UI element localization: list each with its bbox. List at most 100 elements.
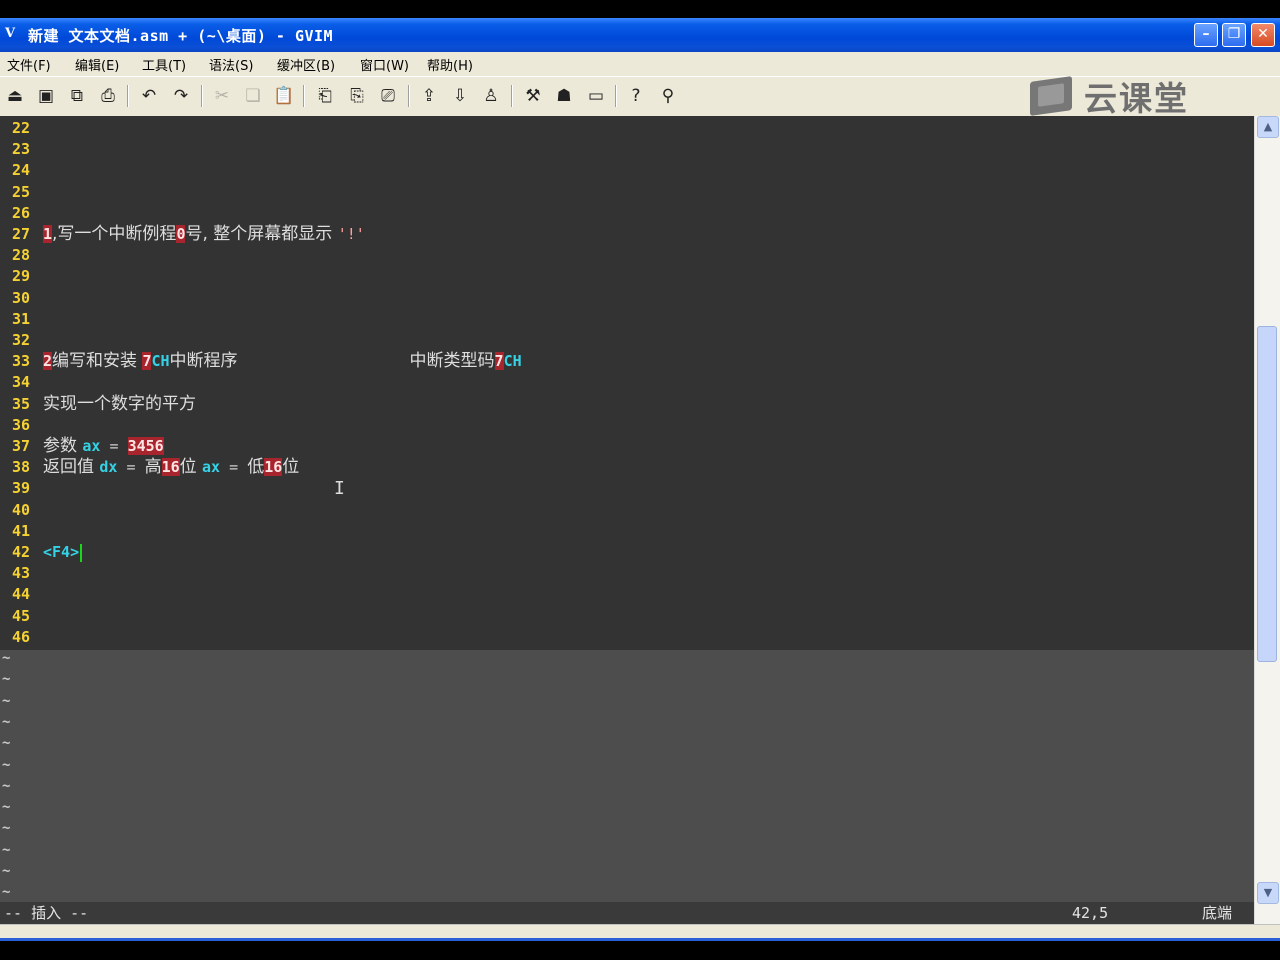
redo-icon[interactable]: ↷ xyxy=(170,85,192,107)
editor-line[interactable]: 44 xyxy=(0,584,1254,605)
text-token: 参数 xyxy=(43,436,83,456)
line-number: 32 xyxy=(12,331,31,349)
shell-icon[interactable]: ☗ xyxy=(553,85,575,107)
editor-line[interactable]: 43 xyxy=(0,563,1254,584)
copy-icon[interactable]: ❏ xyxy=(242,85,264,107)
editor-line[interactable]: 39 xyxy=(0,478,1254,499)
text-token: 返回值 xyxy=(43,457,100,478)
find-next-icon[interactable]: ⎘ xyxy=(346,85,368,107)
text-token: 中断类型码 xyxy=(409,351,495,372)
editor-line[interactable]: 30 xyxy=(0,288,1254,309)
save-icon[interactable]: ▣ xyxy=(35,85,57,107)
paste-icon[interactable]: 📋 xyxy=(273,85,295,107)
save-all-icon[interactable]: ⧉ xyxy=(66,85,88,107)
text-token: 3456 xyxy=(127,437,164,455)
editor-line[interactable]: 35 实现一个数字的平方 xyxy=(0,394,1254,415)
menu-window[interactable]: 窗口(W) xyxy=(360,55,409,74)
toolbar-separator xyxy=(127,85,129,107)
empty-line-marker: ~ xyxy=(2,713,11,730)
editor-line[interactable]: 41 xyxy=(0,521,1254,542)
vim-icon[interactable]: V xyxy=(5,26,23,44)
save-session-icon[interactable]: ⇩ xyxy=(449,85,471,107)
editor-line[interactable]: 40 xyxy=(0,500,1254,521)
menu-file[interactable]: 文件(F) xyxy=(7,55,51,74)
text-token: 16 xyxy=(264,458,283,477)
toolbar-separator xyxy=(408,85,410,107)
line-number: 30 xyxy=(12,288,31,307)
text-token: 16 xyxy=(161,458,180,477)
line-number: 35 xyxy=(12,394,31,413)
find-prev-icon[interactable]: ⎚ xyxy=(377,85,399,107)
line-number: 25 xyxy=(12,182,31,201)
menu-syntax[interactable]: 语法(S) xyxy=(209,55,253,74)
empty-line-marker: ~ xyxy=(2,671,11,688)
menu-edit[interactable]: 编辑(E) xyxy=(75,55,119,74)
text-token: 号, 整个屏幕都显示 xyxy=(185,224,338,244)
toolbar-separator xyxy=(615,85,617,107)
editor-line[interactable]: 25 xyxy=(0,182,1254,203)
empty-line-marker: ~ xyxy=(2,777,11,794)
editor-line[interactable]: 45 xyxy=(0,606,1254,627)
watermark: 云课堂 xyxy=(1030,76,1189,118)
text-token: 编写和安装 xyxy=(52,351,143,372)
editor-line[interactable]: 37 参数 ax = 3456 xyxy=(0,436,1254,457)
line-number: 22 xyxy=(12,119,31,137)
toolbar-separator xyxy=(511,85,513,107)
editor-line[interactable]: 26 xyxy=(0,203,1254,224)
editor-line[interactable]: 24 xyxy=(0,160,1254,181)
menu-tools[interactable]: 工具(T) xyxy=(142,55,186,74)
restore-button[interactable]: ❐ xyxy=(1222,23,1246,47)
load-session-icon[interactable]: ⇪ xyxy=(418,85,440,107)
minimize-button[interactable]: – xyxy=(1194,23,1218,47)
run-script-icon[interactable]: ♙ xyxy=(480,85,502,107)
empty-buffer-area[interactable]: ~ ~ ~ ~ ~ ~ ~ ~ ~ ~ ~ ~ xyxy=(0,650,1254,902)
vertical-scrollbar[interactable]: ▲ ▼ xyxy=(1254,116,1280,924)
editor-line[interactable]: 27 1,写一个中断例程0号, 整个屏幕都显示 '!' xyxy=(0,224,1254,245)
text-token: dx xyxy=(99,458,118,477)
watermark-text: 云课堂 xyxy=(1084,79,1189,118)
open-icon[interactable]: ⏏ xyxy=(4,85,26,107)
editor-line[interactable]: 31 xyxy=(0,309,1254,330)
scroll-up-button[interactable]: ▲ xyxy=(1257,116,1279,138)
menu-help[interactable]: 帮助(H) xyxy=(427,55,473,74)
editor-area[interactable]: 22 23 24 25 26 27 1,写一个中断例程0号, 整个屏幕都显示 '!' 28 29… xyxy=(0,116,1254,650)
line-text: 参数 ax = 3456 xyxy=(43,436,164,457)
editor-line[interactable]: 23 xyxy=(0,139,1254,160)
line-number: 29 xyxy=(12,267,31,286)
print-icon[interactable]: ⎙ xyxy=(97,85,119,107)
cursor-position: 42,5 xyxy=(1072,904,1109,922)
menu-buffers[interactable]: 缓冲区(B) xyxy=(277,55,335,74)
editor-line[interactable]: 46 xyxy=(0,627,1254,648)
line-number: 42 xyxy=(12,543,31,561)
find-help-icon[interactable]: ⚲ xyxy=(657,85,679,107)
window-bottom-border xyxy=(0,924,1280,939)
editor-line[interactable]: 42 <F4> xyxy=(0,542,1254,563)
text-token: 高 xyxy=(144,457,162,478)
line-number: 24 xyxy=(12,161,31,180)
tag-icon[interactable]: ▭ xyxy=(585,85,607,107)
line-number: 39 xyxy=(12,479,31,498)
editor-line[interactable]: 22 xyxy=(0,118,1254,139)
scroll-down-button[interactable]: ▼ xyxy=(1257,882,1279,904)
line-number: 44 xyxy=(12,585,31,604)
cut-icon[interactable]: ✂ xyxy=(211,85,233,107)
undo-icon[interactable]: ↶ xyxy=(138,85,160,107)
editor-line[interactable]: 36 xyxy=(0,415,1254,436)
editor-line[interactable]: 28 xyxy=(0,245,1254,266)
editor-line[interactable]: 32 xyxy=(0,330,1254,351)
replace-icon[interactable]: ⎗ xyxy=(314,85,336,107)
line-number: 34 xyxy=(12,373,31,392)
toolbar-separator xyxy=(303,85,305,107)
editor-line[interactable]: 33 2编写和安装 7CH中断程序 中断类型码7CH xyxy=(0,351,1254,372)
close-button[interactable]: ✕ xyxy=(1251,23,1275,47)
text-token: 2 xyxy=(43,352,53,371)
editor-line[interactable]: 38 返回值 dx = 高16位 ax = 低16位 xyxy=(0,457,1254,478)
scroll-thumb[interactable] xyxy=(1257,326,1277,662)
toolbar-separator xyxy=(201,85,203,107)
editor-line[interactable]: 34 xyxy=(0,372,1254,393)
title-bar: V 新建 文本文档.asm + (~\桌面) - GVIM – ❐ ✕ xyxy=(0,18,1280,52)
make-icon[interactable]: ⚒ xyxy=(522,85,544,107)
line-text: 2编写和安装 7CH中断程序 中断类型码7CH xyxy=(43,351,522,372)
help-icon[interactable]: ? xyxy=(625,85,647,107)
editor-line[interactable]: 29 xyxy=(0,266,1254,287)
